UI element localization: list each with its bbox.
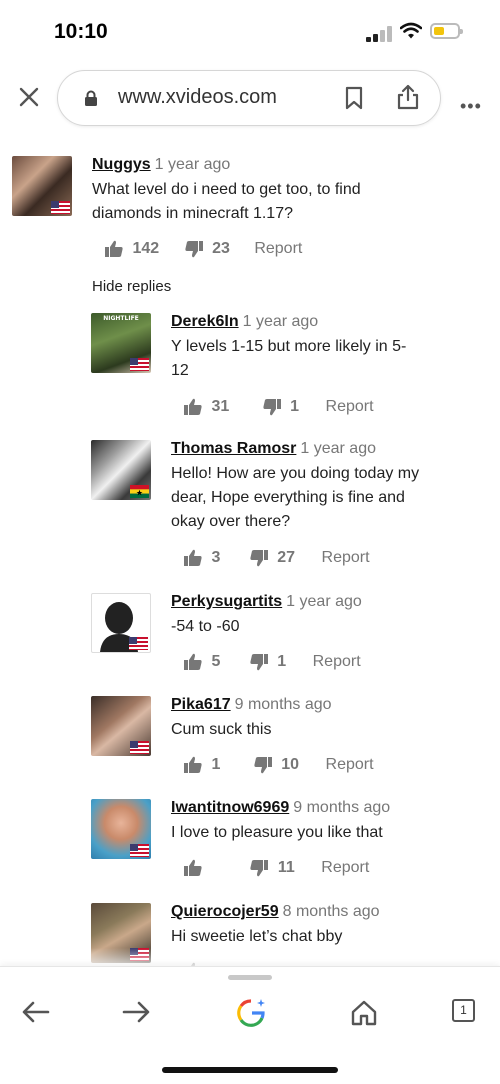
avatar[interactable] xyxy=(91,593,151,653)
dislike-count: 11 xyxy=(277,859,295,877)
share-icon[interactable] xyxy=(396,83,420,111)
comment-text: Cum suck this xyxy=(171,721,272,738)
reply-votes: 3 27 Report xyxy=(183,549,370,571)
comment-time: 1 year ago xyxy=(242,313,319,330)
more-icon[interactable]: ••• xyxy=(460,96,482,117)
comment-text: Hello! How are you doing today my dear, … xyxy=(171,465,420,530)
report-link[interactable]: Report xyxy=(313,653,361,670)
hide-replies-link[interactable]: Hide replies xyxy=(92,278,171,295)
url-text[interactable]: www.xvideos.com xyxy=(118,86,277,109)
comment-username[interactable]: Pika617 xyxy=(171,696,231,713)
comment-text: Hi sweetie let’s chat bby xyxy=(171,928,343,945)
battery-icon xyxy=(430,23,463,39)
home-indicator xyxy=(162,1067,338,1073)
like-count: 5 xyxy=(211,653,221,671)
comment-time: 9 months ago xyxy=(293,799,391,816)
like-count: 142 xyxy=(132,240,160,258)
thumbs-up-icon[interactable] xyxy=(183,756,203,774)
status-time: 10:10 xyxy=(54,20,108,43)
flag-us-icon xyxy=(51,201,70,214)
thumbs-down-icon[interactable] xyxy=(249,859,269,877)
dislike-count: 10 xyxy=(281,756,300,774)
report-link[interactable]: Report xyxy=(254,240,302,257)
comment-time: 1 year ago xyxy=(154,156,231,173)
reply-votes: 5 1 Report xyxy=(183,653,361,675)
sheet-handle[interactable] xyxy=(228,975,272,980)
dislike-count: 1 xyxy=(290,398,300,416)
comment-username[interactable]: Iwantitnow6969 xyxy=(171,799,289,816)
report-link[interactable]: Report xyxy=(326,398,374,415)
close-icon[interactable] xyxy=(16,84,42,110)
thumbs-down-icon[interactable] xyxy=(253,756,273,774)
flag-us-icon xyxy=(130,358,149,371)
flag-us-icon xyxy=(130,741,149,754)
tabs-icon[interactable]: 1 xyxy=(452,999,475,1022)
report-link[interactable]: Report xyxy=(321,859,369,876)
home-icon[interactable] xyxy=(350,999,378,1027)
comment-text: What level do i need to get too, to find… xyxy=(92,181,361,222)
signal-icon xyxy=(366,26,392,42)
comment-time: 8 months ago xyxy=(282,903,380,920)
flag-us-icon xyxy=(129,637,148,650)
thumbs-up-icon[interactable] xyxy=(183,549,203,567)
browser-toolbar: www.xvideos.com ••• xyxy=(0,70,500,128)
google-assistant-icon[interactable] xyxy=(235,997,267,1029)
thumbs-up-icon[interactable] xyxy=(104,240,124,258)
comment-username[interactable]: Nuggys xyxy=(92,156,151,173)
flag-us-icon xyxy=(130,844,149,857)
avatar[interactable] xyxy=(12,156,72,216)
avatar[interactable] xyxy=(91,440,151,500)
like-count: 31 xyxy=(211,398,230,416)
forward-arrow-icon[interactable] xyxy=(121,1000,151,1024)
reply-votes: 11 Report xyxy=(183,859,369,881)
bottom-navigation: 1 xyxy=(0,966,500,1084)
reply-votes: 31 1 Report xyxy=(183,398,374,420)
like-count: 1 xyxy=(211,756,221,774)
comment-time: 9 months ago xyxy=(234,696,332,713)
comment-time: 1 year ago xyxy=(300,440,376,457)
thumbs-down-icon[interactable] xyxy=(262,398,282,416)
dislike-count: 1 xyxy=(277,653,287,671)
comment-username[interactable]: Perkysugartits xyxy=(171,593,282,610)
reply-votes: 1 10 Report xyxy=(183,756,374,778)
dislike-count: 27 xyxy=(277,549,296,567)
comment-username[interactable]: Thomas Ramosr xyxy=(171,440,296,457)
comment-text: I love to pleasure you like that xyxy=(171,824,383,841)
thumbs-up-icon[interactable] xyxy=(183,398,203,416)
report-link[interactable]: Report xyxy=(326,756,374,773)
status-bar: 10:10 xyxy=(0,0,500,62)
parent-votes: 142 23 Report xyxy=(104,240,302,262)
comment-username[interactable]: Derek6In xyxy=(171,313,239,330)
comments-section: Nuggys 1 year ago What level do i need to… xyxy=(0,148,500,966)
wifi-icon xyxy=(400,22,422,39)
avatar[interactable]: NIGHTLIFE xyxy=(91,313,151,373)
avatar[interactable] xyxy=(91,696,151,756)
bookmark-icon[interactable] xyxy=(344,86,364,110)
thumbs-up-icon[interactable] xyxy=(183,653,203,671)
flag-gh-icon xyxy=(130,485,149,498)
comment-time: 1 year ago xyxy=(286,593,362,610)
thumbs-down-icon[interactable] xyxy=(184,240,204,258)
thumbs-down-icon[interactable] xyxy=(249,549,269,567)
address-bar[interactable]: www.xvideos.com xyxy=(57,70,441,126)
avatar[interactable] xyxy=(91,799,151,859)
thumbs-up-icon[interactable] xyxy=(183,859,203,877)
thumbs-down-icon[interactable] xyxy=(249,653,269,671)
comment-username[interactable]: Quierocojer59 xyxy=(171,903,279,920)
like-count: 3 xyxy=(211,549,221,567)
report-link[interactable]: Report xyxy=(322,549,370,566)
lock-icon xyxy=(85,90,97,106)
back-arrow-icon[interactable] xyxy=(21,1000,51,1024)
tab-count: 1 xyxy=(460,1003,467,1017)
comment-text: -54 to -60 xyxy=(171,618,240,635)
dislike-count: 23 xyxy=(212,240,230,258)
comment-text: Y levels 1-15 but more likely in 5- 12 xyxy=(171,338,407,379)
